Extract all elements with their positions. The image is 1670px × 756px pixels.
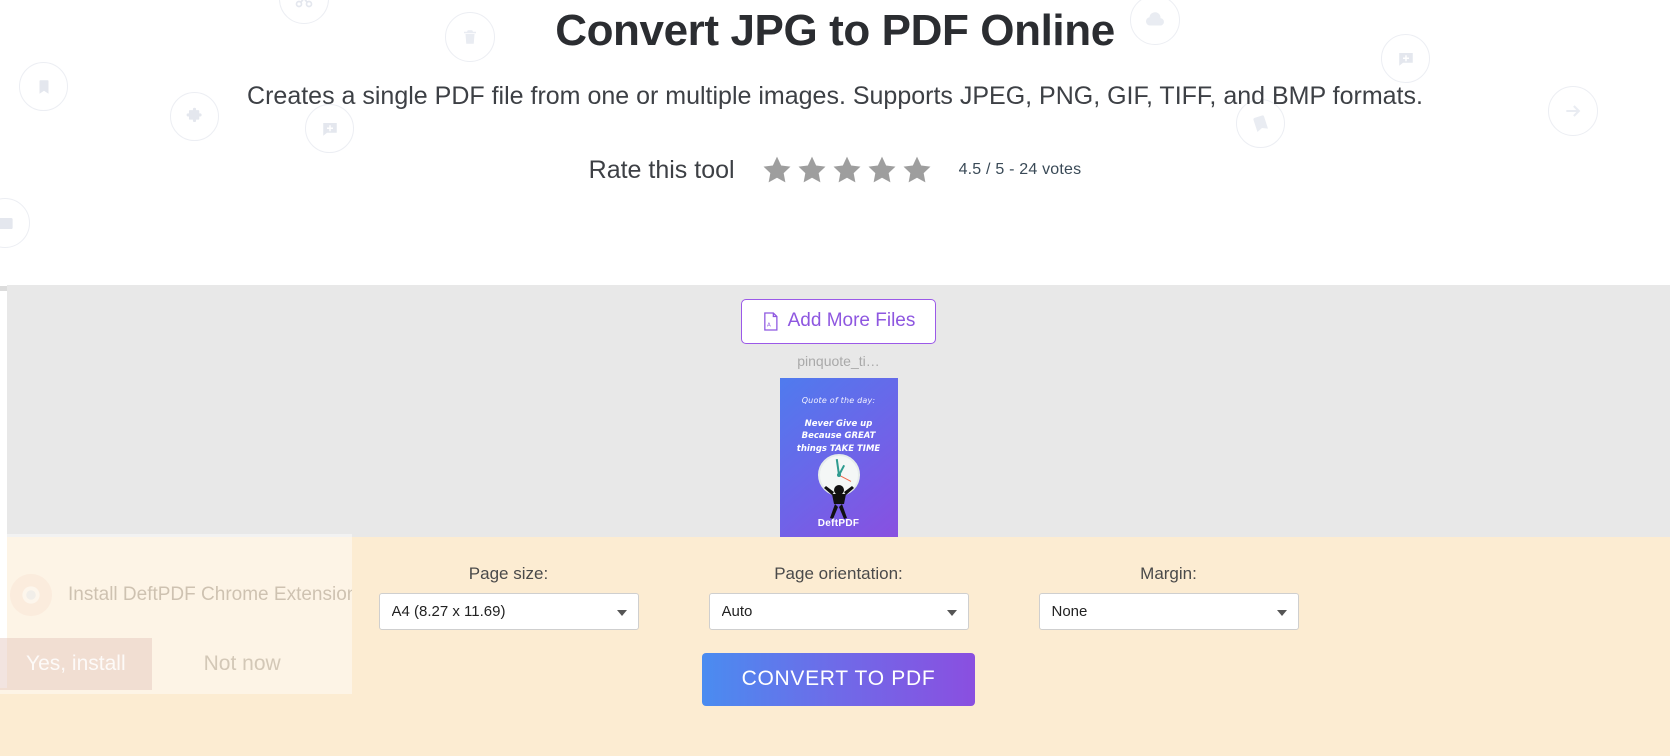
thumbnail-row: Quote of the day: Never Give up Because … <box>7 378 1670 541</box>
star-icon <box>763 156 791 183</box>
page-size-select[interactable]: A4 (8.27 x 11.69) <box>378 593 639 630</box>
add-more-files-row: A Add More Files <box>7 285 1670 344</box>
thumbnail-quote-line3: things TAKE TIME <box>796 443 881 454</box>
rating-section: Rate this tool 4.5 / 5 - 24 votes <box>0 154 1670 186</box>
chevron-down-icon <box>1276 609 1287 616</box>
svg-text:A: A <box>767 322 771 328</box>
star-icon <box>903 156 931 183</box>
chrome-extension-banner: Install DeftPDF Chrome Extension? Yes, i… <box>0 534 352 694</box>
page-size-label: Page size: <box>468 564 549 583</box>
rating-label: Rate this tool <box>588 155 735 184</box>
star-icon <box>868 156 896 183</box>
chevron-down-icon <box>946 609 957 616</box>
thumbnail-quote-line2: Because GREAT <box>801 431 876 442</box>
margin-value: None <box>1051 603 1088 620</box>
dismiss-extension-button[interactable]: Not now <box>178 638 307 690</box>
thumbnail-quote-line1: Never Give up <box>804 419 873 429</box>
page-orientation-select[interactable]: Auto <box>708 593 969 630</box>
page-orientation-group: Page orientation: Auto <box>708 564 969 630</box>
page-size-value: A4 (8.27 x 11.69) <box>391 603 506 620</box>
hero-section: Convert JPG to PDF Online Creates a sing… <box>0 0 1670 114</box>
chevron-down-icon <box>616 609 627 616</box>
pdf-file-icon: A <box>763 311 778 331</box>
uploaded-file-name: pinquote_ti… <box>797 353 880 369</box>
thumbnail-quote-title: Quote of the day: <box>801 396 876 405</box>
add-more-files-label: Add More Files <box>787 310 916 331</box>
page-title: Convert JPG to PDF Online <box>555 6 1115 55</box>
thumbnail-quote-body: Never Give up Because GREAT things TAKE … <box>780 418 898 455</box>
page-orientation-value: Auto <box>721 603 753 620</box>
install-extension-button[interactable]: Yes, install <box>0 638 152 690</box>
chrome-extension-question: Install DeftPDF Chrome Extension? <box>68 584 352 605</box>
left-edge-sliver <box>0 286 7 291</box>
file-thumbnail[interactable]: Quote of the day: Never Give up Because … <box>779 378 898 541</box>
margin-select[interactable]: None <box>1038 593 1299 630</box>
thumbnail-brand: DeftPDF <box>817 518 860 529</box>
convert-to-pdf-button[interactable]: CONVERT TO PDF <box>701 653 976 706</box>
margin-group: Margin: None <box>1038 564 1299 630</box>
star-rating-widget[interactable] <box>761 154 933 186</box>
page-subtitle: Creates a single PDF file from one or mu… <box>247 81 1423 110</box>
page-orientation-label: Page orientation: <box>774 564 903 583</box>
left-edge-sliver <box>0 688 7 756</box>
page-root: Convert JPG to PDF Online Creates a sing… <box>0 0 1670 756</box>
add-more-files-button[interactable]: A Add More Files <box>740 299 937 344</box>
rating-score: 4.5 / 5 - 24 votes <box>958 161 1082 179</box>
image-icon <box>0 198 30 248</box>
star-icon <box>833 156 861 183</box>
margin-label: Margin: <box>1140 564 1197 583</box>
page-size-group: Page size: A4 (8.27 x 11.69) <box>378 564 639 630</box>
star-icon <box>798 156 826 183</box>
chrome-logo-icon <box>9 573 53 617</box>
